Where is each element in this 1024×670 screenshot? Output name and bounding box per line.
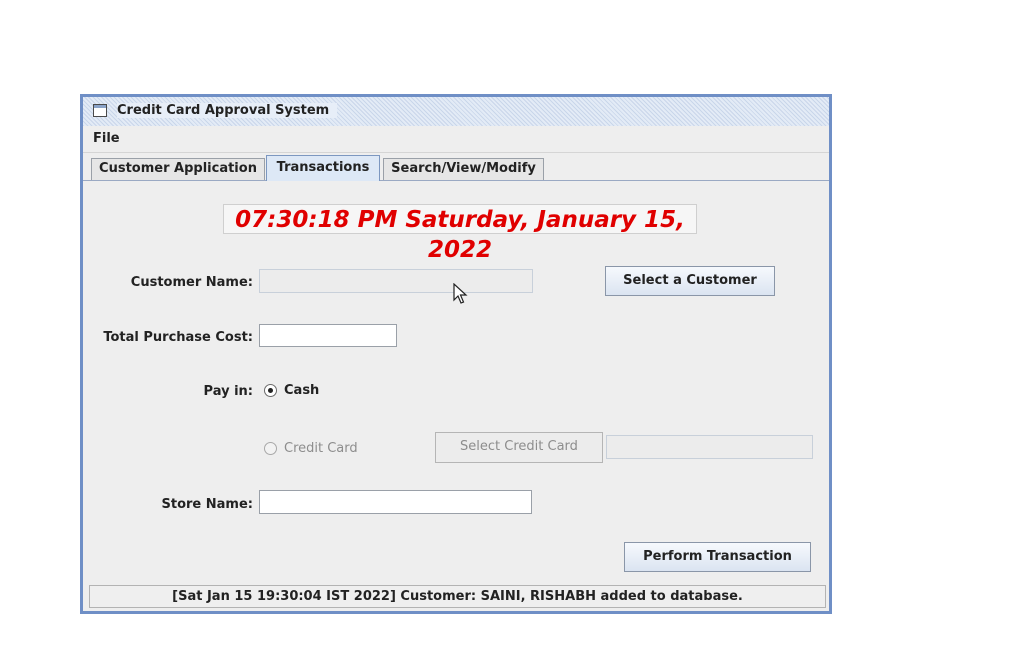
total-purchase-cost-label: Total Purchase Cost: (103, 330, 253, 345)
perform-transaction-button[interactable]: Perform Transaction (624, 542, 811, 572)
customer-name-label: Customer Name: (130, 275, 253, 290)
pay-in-label: Pay in: (203, 384, 253, 399)
window-icon (93, 104, 107, 117)
mouse-pointer-icon (453, 283, 468, 304)
select-credit-card-button[interactable]: Select Credit Card (435, 432, 603, 463)
credit-card-radio[interactable] (264, 442, 277, 455)
clock-display: 07:30:18 PM Saturday, January 15, 2022 (223, 204, 697, 263)
credit-card-field[interactable] (606, 435, 813, 459)
cash-radio-label: Cash (284, 383, 320, 398)
store-name-label: Store Name: (161, 497, 253, 512)
select-customer-button[interactable]: Select a Customer (605, 266, 775, 296)
store-name-field[interactable] (259, 490, 532, 514)
menu-file[interactable]: File (93, 131, 120, 146)
tab-customer-application[interactable]: Customer Application (91, 158, 265, 180)
pay-credit-option[interactable]: Credit Card (264, 441, 358, 456)
tab-transactions[interactable]: Transactions (266, 155, 380, 181)
app-window: Credit Card Approval System File Custome… (80, 94, 832, 614)
tab-strip: Customer Application Transactions Search… (83, 154, 829, 181)
pay-cash-option[interactable]: Cash (264, 383, 319, 398)
credit-card-radio-label: Credit Card (284, 441, 358, 456)
tab-search-view-modify[interactable]: Search/View/Modify (383, 158, 544, 180)
status-bar: [Sat Jan 15 19:30:04 IST 2022] Customer:… (89, 585, 826, 608)
cash-radio[interactable] (264, 384, 277, 397)
menu-bar: File (83, 126, 829, 153)
window-title: Credit Card Approval System (117, 103, 338, 118)
title-bar[interactable]: Credit Card Approval System (83, 97, 829, 127)
total-purchase-cost-field[interactable] (259, 324, 397, 347)
customer-name-field[interactable] (259, 269, 533, 293)
